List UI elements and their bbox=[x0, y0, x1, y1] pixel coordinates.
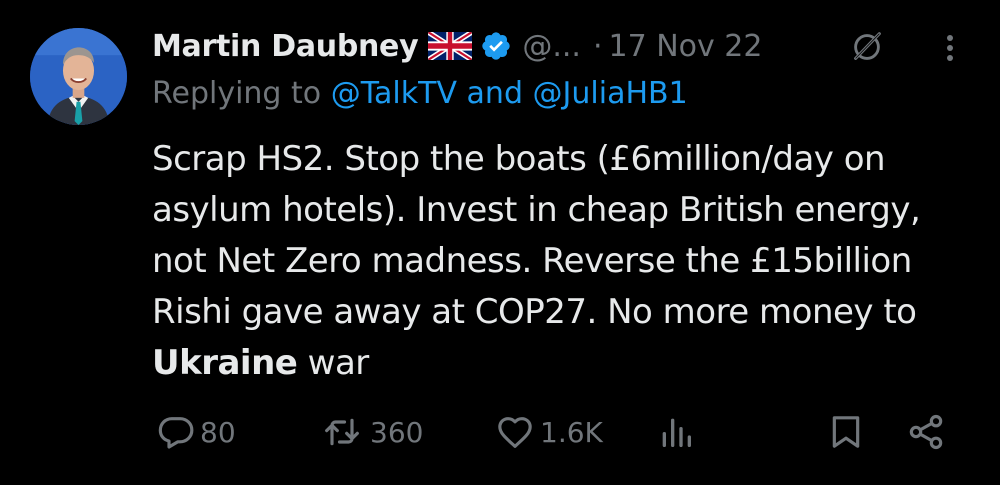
timestamp[interactable]: 17 Nov 22 bbox=[609, 29, 763, 64]
replying-to: Replying to @TalkTV and @JuliaHB1 bbox=[152, 76, 688, 111]
more-vertical-icon[interactable] bbox=[938, 30, 962, 66]
tweet-text-line: not Net Zero madness. Reverse the £15bil… bbox=[152, 241, 912, 281]
reply-button[interactable]: 80 bbox=[156, 408, 236, 456]
like-count: 1.6K bbox=[540, 415, 603, 449]
tweet-header: Martin Daubney @... · 17 Nov 22 bbox=[152, 24, 763, 68]
action-bar: 80 360 1.6K bbox=[0, 408, 1000, 456]
like-button[interactable]: 1.6K bbox=[494, 408, 603, 456]
reply-mention-talktv[interactable]: @TalkTV bbox=[331, 76, 457, 111]
reply-icon bbox=[156, 412, 196, 452]
tweet-text-line: Scrap HS2. Stop the boats (£6million/day… bbox=[152, 139, 886, 179]
share-icon bbox=[906, 412, 946, 452]
tweet-text-line: Ukraine war bbox=[152, 338, 982, 389]
avatar[interactable] bbox=[30, 28, 127, 125]
views-icon bbox=[656, 412, 696, 452]
uk-flag-icon bbox=[428, 32, 473, 60]
separator-dot: · bbox=[592, 28, 603, 64]
reply-count: 80 bbox=[200, 415, 236, 449]
display-name[interactable]: Martin Daubney bbox=[152, 29, 419, 64]
reply-mention-juliahb1[interactable]: @JuliaHB1 bbox=[533, 76, 688, 111]
heart-icon bbox=[494, 412, 536, 452]
tweet-text-line: Rishi gave away at COP27. No more money … bbox=[152, 292, 917, 332]
reply-conjunction: and bbox=[466, 76, 523, 111]
bookmark-button[interactable] bbox=[826, 408, 866, 456]
bookmark-icon bbox=[826, 412, 866, 452]
avatar-image bbox=[30, 28, 127, 125]
tweet-text-rest: war bbox=[297, 343, 370, 383]
replying-to-label: Replying to bbox=[152, 76, 322, 111]
views-button[interactable] bbox=[656, 408, 696, 456]
retweet-count: 360 bbox=[370, 415, 424, 449]
tweet-text-bold: Ukraine bbox=[152, 343, 298, 383]
handle[interactable]: @... bbox=[522, 29, 581, 64]
grok-icon[interactable] bbox=[848, 28, 886, 66]
verified-badge-icon[interactable] bbox=[480, 30, 512, 62]
retweet-icon bbox=[318, 412, 366, 452]
share-button[interactable] bbox=[906, 408, 946, 456]
tweet[interactable]: Martin Daubney @... · 17 Nov 22 Replying… bbox=[0, 0, 1000, 485]
tweet-text: Scrap HS2. Stop the boats (£6million/day… bbox=[152, 134, 982, 389]
tweet-text-line: asylum hotels). Invest in cheap British … bbox=[152, 190, 921, 230]
retweet-button[interactable]: 360 bbox=[318, 408, 423, 456]
